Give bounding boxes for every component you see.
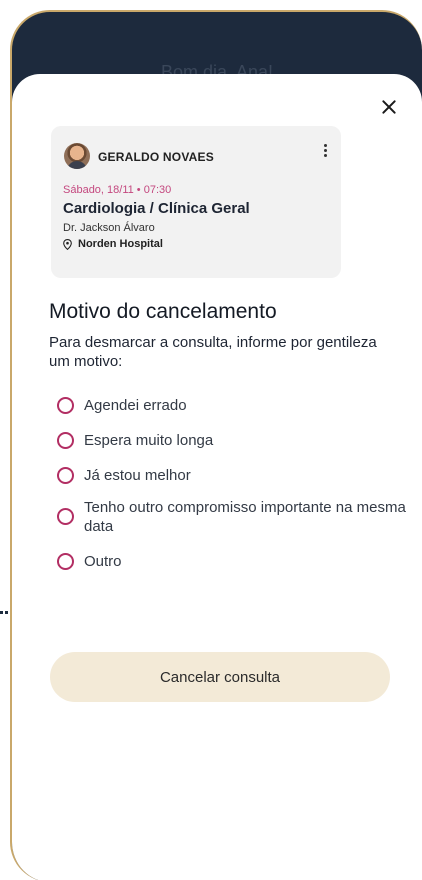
radio-button[interactable] <box>57 397 74 414</box>
doctor-name: Dr. Jackson Álvaro <box>63 222 155 234</box>
reason-label: Espera muito longa <box>84 432 214 449</box>
appointment-specialty: Cardiologia / Clínica Geral <box>63 200 250 217</box>
reason-label: Tenho outro compromisso importante na me… <box>84 499 406 535</box>
location-pin-icon <box>63 238 72 250</box>
reason-option-outro[interactable]: Outro <box>57 552 409 571</box>
radio-button[interactable] <box>57 432 74 449</box>
reason-option-outro-compromisso[interactable]: Tenho outro compromisso importante na me… <box>57 498 409 536</box>
reason-option-ja-melhor[interactable]: Já estou melhor <box>57 466 409 485</box>
kebab-menu-icon[interactable] <box>321 144 329 160</box>
reason-label: Agendei errado <box>84 397 187 414</box>
radio-button[interactable] <box>57 508 74 525</box>
radio-button[interactable] <box>57 467 74 484</box>
phone-frame: Bom dia, Ana! GERALDO NOVAES Sábado, 18/… <box>10 10 422 880</box>
avatar <box>64 143 90 169</box>
appointment-date: Sábado, 18/11 • 07:30 <box>63 184 172 196</box>
hospital-name: Norden Hospital <box>78 238 163 250</box>
close-icon[interactable] <box>378 96 400 118</box>
section-title: Motivo do cancelamento <box>49 300 277 323</box>
canvas: Bom dia, Ana! GERALDO NOVAES Sábado, 18/… <box>0 0 422 880</box>
reason-option-agendei-errado[interactable]: Agendei errado <box>57 396 409 415</box>
cancel-appointment-button[interactable]: Cancelar consulta <box>50 652 390 702</box>
section-description: Para desmarcar a consulta, informe por g… <box>49 334 377 370</box>
patient-name: GERALDO NOVAES <box>98 150 214 164</box>
reason-label: Outro <box>84 553 122 570</box>
reason-label: Já estou melhor <box>84 467 191 484</box>
cancellation-sheet: GERALDO NOVAES Sábado, 18/11 • 07:30 Car… <box>12 74 422 880</box>
hospital-row: Norden Hospital <box>63 238 163 250</box>
radio-button[interactable] <box>57 553 74 570</box>
appointment-card: GERALDO NOVAES Sábado, 18/11 • 07:30 Car… <box>51 126 341 278</box>
reason-option-espera-longa[interactable]: Espera muito longa <box>57 431 409 450</box>
